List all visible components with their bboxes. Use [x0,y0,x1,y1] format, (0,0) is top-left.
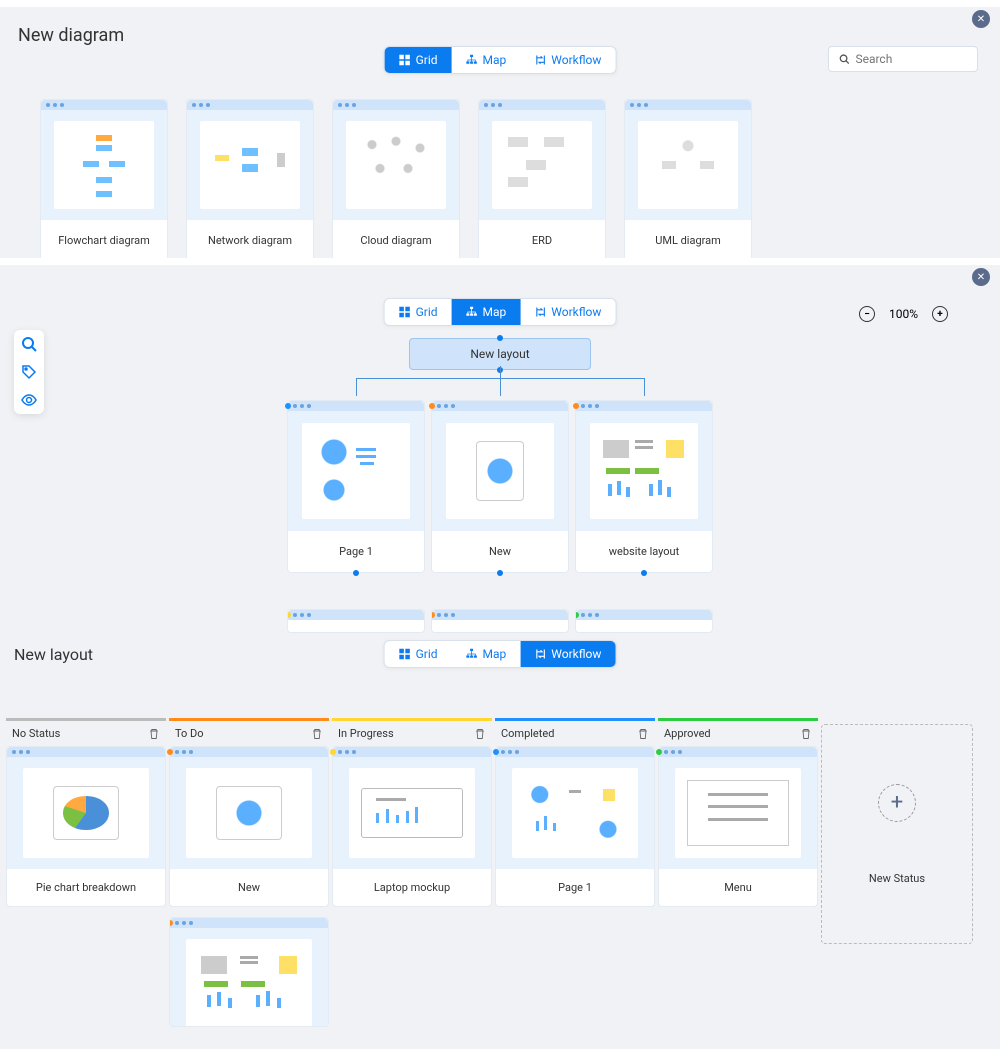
tab-map[interactable]: Map [452,641,521,667]
tab-label: Map [483,305,507,319]
workflow-icon [534,54,546,66]
card-label: New [432,531,568,572]
kanban-column-completed: Completed Page 1 [495,718,655,1037]
kanban-column-nostatus: No Status Pie chart breakdown [6,718,166,1037]
trash-icon[interactable] [637,728,649,740]
card-label: New [170,869,328,906]
kanban-column-approved: Approved Menu [658,718,818,1037]
card-label: Flowchart diagram [41,220,167,261]
card-label: Laptop mockup [333,869,491,906]
tab-label: Grid [416,647,438,661]
tab-label: Workflow [551,305,601,319]
grid-icon [399,54,411,66]
wf-card[interactable] [169,917,329,1027]
view-tabs: Grid Map Workflow [384,46,617,74]
column-title: In Progress [338,727,394,740]
plus-icon: + [878,784,916,822]
card-label: Menu [659,869,817,906]
map-node-hidden[interactable] [287,609,425,633]
map-icon [466,306,478,318]
column-title: No Status [12,727,60,740]
tab-label: Workflow [551,647,601,661]
template-card-erd[interactable]: ERD [478,99,606,262]
card-label: Cloud diagram [333,220,459,261]
tab-label: Workflow [551,53,601,67]
workflow-icon [534,648,546,660]
tab-workflow[interactable]: Workflow [520,641,615,667]
column-title: Approved [664,727,711,740]
zoom-control: − 100% + [859,306,948,322]
close-icon[interactable]: ✕ [972,10,990,28]
add-status-label: New Status [869,872,925,885]
close-icon[interactable]: ✕ [972,268,990,286]
search-input[interactable] [828,46,978,72]
card-label: Page 1 [288,531,424,572]
add-status-button[interactable]: + New Status [821,724,973,944]
tab-label: Map [483,647,507,661]
map-node-hidden[interactable] [431,609,569,633]
zoom-in-button[interactable]: + [932,306,948,322]
card-label: Network diagram [187,220,313,261]
wf-card[interactable]: Page 1 [495,746,655,907]
wf-card[interactable]: New [169,746,329,907]
map-icon [466,648,478,660]
view-tabs: Grid Map Workflow [384,298,617,326]
kanban-column-inprogress: In Progress Laptop mockup [332,718,492,1037]
tab-map[interactable]: Map [452,299,521,325]
tab-label: Map [483,53,507,67]
trash-icon[interactable] [474,728,486,740]
node-label: New layout [470,347,529,361]
column-title: To Do [175,727,204,740]
search-field[interactable] [855,52,967,66]
trash-icon[interactable] [148,728,160,740]
view-tabs: Grid Map Workflow [384,640,617,668]
tab-workflow[interactable]: Workflow [520,299,615,325]
search-icon [839,53,849,65]
zoom-out-button[interactable]: − [859,306,875,322]
template-card-flowchart[interactable]: Flowchart diagram [40,99,168,262]
template-card-network[interactable]: Network diagram [186,99,314,262]
tab-map[interactable]: Map [452,47,521,73]
workflow-icon [534,306,546,318]
map-node-website[interactable]: website layout [575,400,713,573]
wf-card[interactable]: Pie chart breakdown [6,746,166,907]
map-node-page1[interactable]: Page 1 [287,400,425,573]
template-card-cloud[interactable]: Cloud diagram [332,99,460,262]
map-icon [466,54,478,66]
grid-icon [399,306,411,318]
tab-grid[interactable]: Grid [385,641,452,667]
kanban-column-todo: To Do New [169,718,329,1037]
grid-icon [399,648,411,660]
tab-workflow[interactable]: Workflow [520,47,615,73]
card-label: website layout [576,531,712,572]
wf-card[interactable]: Laptop mockup [332,746,492,907]
template-card-uml[interactable]: UML diagram [624,99,752,262]
tab-label: Grid [416,305,438,319]
tab-label: Grid [416,53,438,67]
wf-card[interactable]: Menu [658,746,818,907]
map-node-hidden[interactable] [575,609,713,633]
zoom-level: 100% [889,307,918,321]
trash-icon[interactable] [311,728,323,740]
card-label: Page 1 [496,869,654,906]
tab-grid[interactable]: Grid [385,47,452,73]
map-node-new[interactable]: New [431,400,569,573]
tab-grid[interactable]: Grid [385,299,452,325]
card-label: Pie chart breakdown [7,869,165,906]
trash-icon[interactable] [800,728,812,740]
card-label: UML diagram [625,220,751,261]
card-label: ERD [479,220,605,261]
column-title: Completed [501,727,554,740]
